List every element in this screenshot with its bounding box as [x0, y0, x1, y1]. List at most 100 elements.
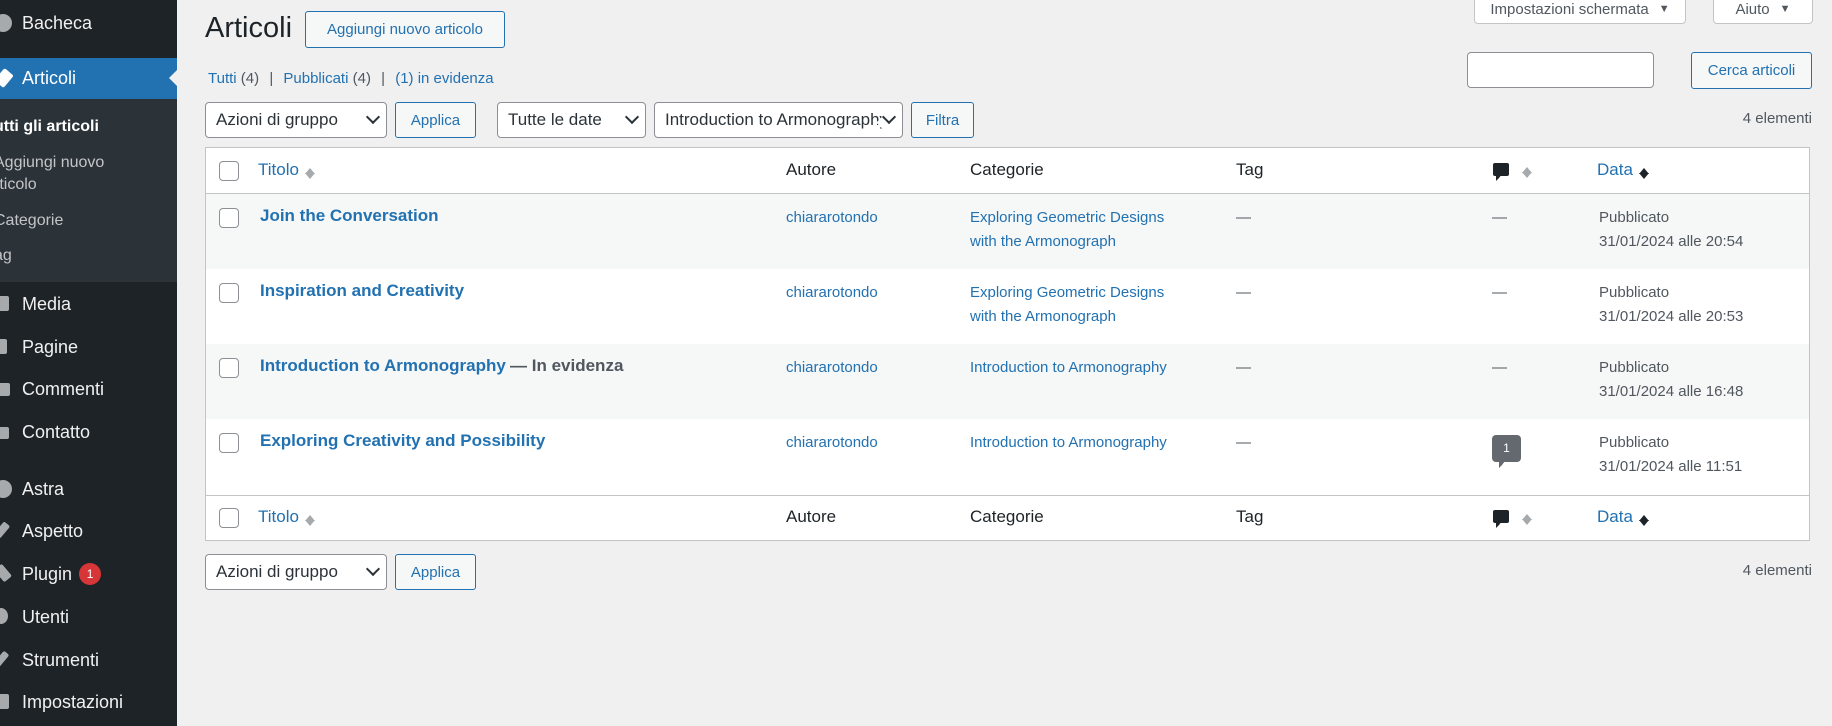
bulk-actions-select-bottom[interactable]: Azioni di gruppo [205, 554, 387, 590]
column-date-header[interactable]: Data [1597, 158, 1649, 183]
post-comments: — [1492, 209, 1507, 226]
sidebar-item-aspetto[interactable]: Aspetto [0, 513, 177, 549]
post-category-link-cont[interactable]: with the Armonograph [970, 305, 1164, 329]
submenu-tags[interactable]: ag [0, 245, 164, 267]
sidebar-item-astra[interactable]: Astra [0, 471, 177, 507]
comment-icon [1493, 163, 1509, 181]
help-button[interactable]: Aiuto ▼ [1713, 0, 1813, 24]
column-title-header[interactable]: Titolo [258, 158, 315, 183]
sort-icon [1522, 507, 1532, 527]
post-title-link[interactable]: Introduction to Armonography [260, 356, 506, 375]
post-title-link[interactable]: Join the Conversation [260, 206, 439, 225]
post-category-link-cont[interactable]: with the Armonograph [970, 230, 1164, 254]
chevron-down-icon [365, 109, 381, 125]
sidebar-item-contatto[interactable]: Contatto [0, 414, 177, 450]
sidebar-item-impostazioni[interactable]: Impostazioni [0, 684, 177, 720]
post-author-link[interactable]: chiararotondo [786, 431, 878, 455]
row-checkbox[interactable] [219, 433, 239, 453]
mail-icon [0, 423, 12, 441]
apply-button-bottom[interactable]: Applica [395, 554, 476, 590]
items-count-bottom: 4 elementi [1742, 562, 1812, 579]
column-title-label: Titolo [258, 160, 299, 179]
separator: | [381, 70, 386, 87]
bulk-actions-select[interactable]: Azioni di gruppo [205, 102, 387, 138]
sidebar-item-media[interactable]: Media [0, 286, 177, 322]
column-categories-footer: Categorie [970, 507, 1044, 526]
dashboard-icon [0, 14, 12, 32]
pin-icon [0, 67, 14, 88]
category-filter-select[interactable]: Introduction to Armonography [654, 102, 903, 138]
column-tags-footer: Tag [1236, 507, 1264, 526]
submenu-add-new-line2[interactable]: rticolo [0, 174, 164, 196]
main-content: Articoli Aggiungi nuovo articolo Imposta… [177, 0, 1832, 726]
search-posts-button[interactable]: Cerca articoli [1691, 52, 1812, 89]
sidebar-item-utenti[interactable]: Utenti [0, 599, 177, 635]
post-date: 31/01/2024 alle 20:53 [1599, 308, 1744, 325]
date-filter-value: Tutte le date [508, 110, 602, 129]
column-comments-footer[interactable] [1493, 505, 1532, 529]
select-all-checkbox[interactable] [219, 161, 239, 181]
search-input[interactable] [1467, 52, 1654, 88]
view-all-count: (4) [240, 70, 260, 87]
view-sticky-link[interactable]: (1) in evidenza [395, 70, 493, 87]
sidebar-item-strumenti[interactable]: Strumenti [0, 642, 177, 678]
sidebar-item-articoli[interactable]: Articoli [0, 58, 177, 99]
post-tags: — [1236, 359, 1251, 376]
post-category-link[interactable]: Exploring Geometric Designs [970, 206, 1164, 230]
view-published-link[interactable]: Pubblicati [283, 70, 348, 87]
filter-button[interactable]: Filtra [911, 102, 974, 138]
post-author-link[interactable]: chiararotondo [786, 356, 878, 380]
screen-options-button[interactable]: Impostazioni schermata ▼ [1474, 0, 1686, 24]
column-categories-header: Categorie [970, 160, 1044, 179]
bulk-actions-value: Azioni di gruppo [216, 562, 338, 581]
post-date: 31/01/2024 alle 20:54 [1599, 233, 1744, 250]
approved-comments-count[interactable]: 1 [1492, 435, 1521, 468]
chevron-down-icon [624, 109, 640, 125]
post-category-link[interactable]: Exploring Geometric Designs [970, 281, 1164, 305]
post-status: Pubblicato [1599, 359, 1670, 376]
row-checkbox[interactable] [219, 358, 239, 378]
apply-button[interactable]: Applica [395, 102, 476, 138]
add-new-post-button[interactable]: Aggiungi nuovo articolo [305, 11, 505, 48]
column-date-label: Data [1597, 507, 1633, 526]
sort-icon [304, 508, 315, 528]
post-comments: — [1492, 359, 1507, 376]
column-comments-header[interactable] [1493, 158, 1532, 182]
column-title-footer[interactable]: Titolo [258, 505, 315, 530]
plugin-icon [0, 563, 12, 583]
post-author-link[interactable]: chiararotondo [786, 281, 878, 305]
table-footer: Titolo Autore Categorie Tag Data [206, 495, 1809, 540]
sidebar-item-bacheca[interactable]: Bacheca [0, 4, 177, 42]
table-row: Introduction to Armonography — In eviden… [206, 344, 1809, 419]
submenu-categories[interactable]: Categorie [0, 210, 164, 232]
post-date: 31/01/2024 alle 11:51 [1599, 458, 1743, 475]
row-checkbox[interactable] [219, 208, 239, 228]
post-tags: — [1236, 209, 1251, 226]
plugin-update-badge: 1 [79, 563, 102, 585]
view-all-link[interactable]: Tutti [208, 70, 237, 87]
comment-icon [1493, 510, 1509, 528]
sort-icon [1522, 160, 1532, 180]
post-title-link[interactable]: Exploring Creativity and Possibility [260, 431, 545, 450]
submenu-all-posts[interactable]: utti gli articoli [0, 116, 164, 138]
sidebar-item-pagine[interactable]: Pagine [0, 329, 177, 365]
admin-sidebar: Bacheca Articoli utti gli articoli Aggiu… [0, 0, 177, 726]
submenu-add-new-line1[interactable]: Aggiungi nuovo [0, 152, 164, 174]
post-date: 31/01/2024 alle 16:48 [1599, 383, 1744, 400]
row-checkbox[interactable] [219, 283, 239, 303]
screen-options-label: Impostazioni schermata [1490, 0, 1649, 18]
chevron-down-icon [365, 561, 381, 577]
sort-desc-icon [1638, 161, 1649, 181]
bulk-actions-value: Azioni di gruppo [216, 110, 338, 129]
post-title-link[interactable]: Inspiration and Creativity [260, 281, 464, 300]
sidebar-item-plugin[interactable]: Plugin 1 [0, 556, 177, 592]
post-author-link[interactable]: chiararotondo [786, 206, 878, 230]
post-category-link[interactable]: Introduction to Armonography [970, 356, 1167, 380]
date-filter-select[interactable]: Tutte le date [497, 102, 646, 138]
select-all-checkbox-footer[interactable] [219, 508, 239, 528]
column-date-footer[interactable]: Data [1597, 505, 1649, 530]
post-sticky-state: — In evidenza [510, 356, 624, 375]
sidebar-item-commenti[interactable]: Commenti [0, 371, 177, 407]
post-category-link[interactable]: Introduction to Armonography [970, 431, 1167, 455]
category-filter-value: Introduction to Armonography [665, 110, 889, 129]
